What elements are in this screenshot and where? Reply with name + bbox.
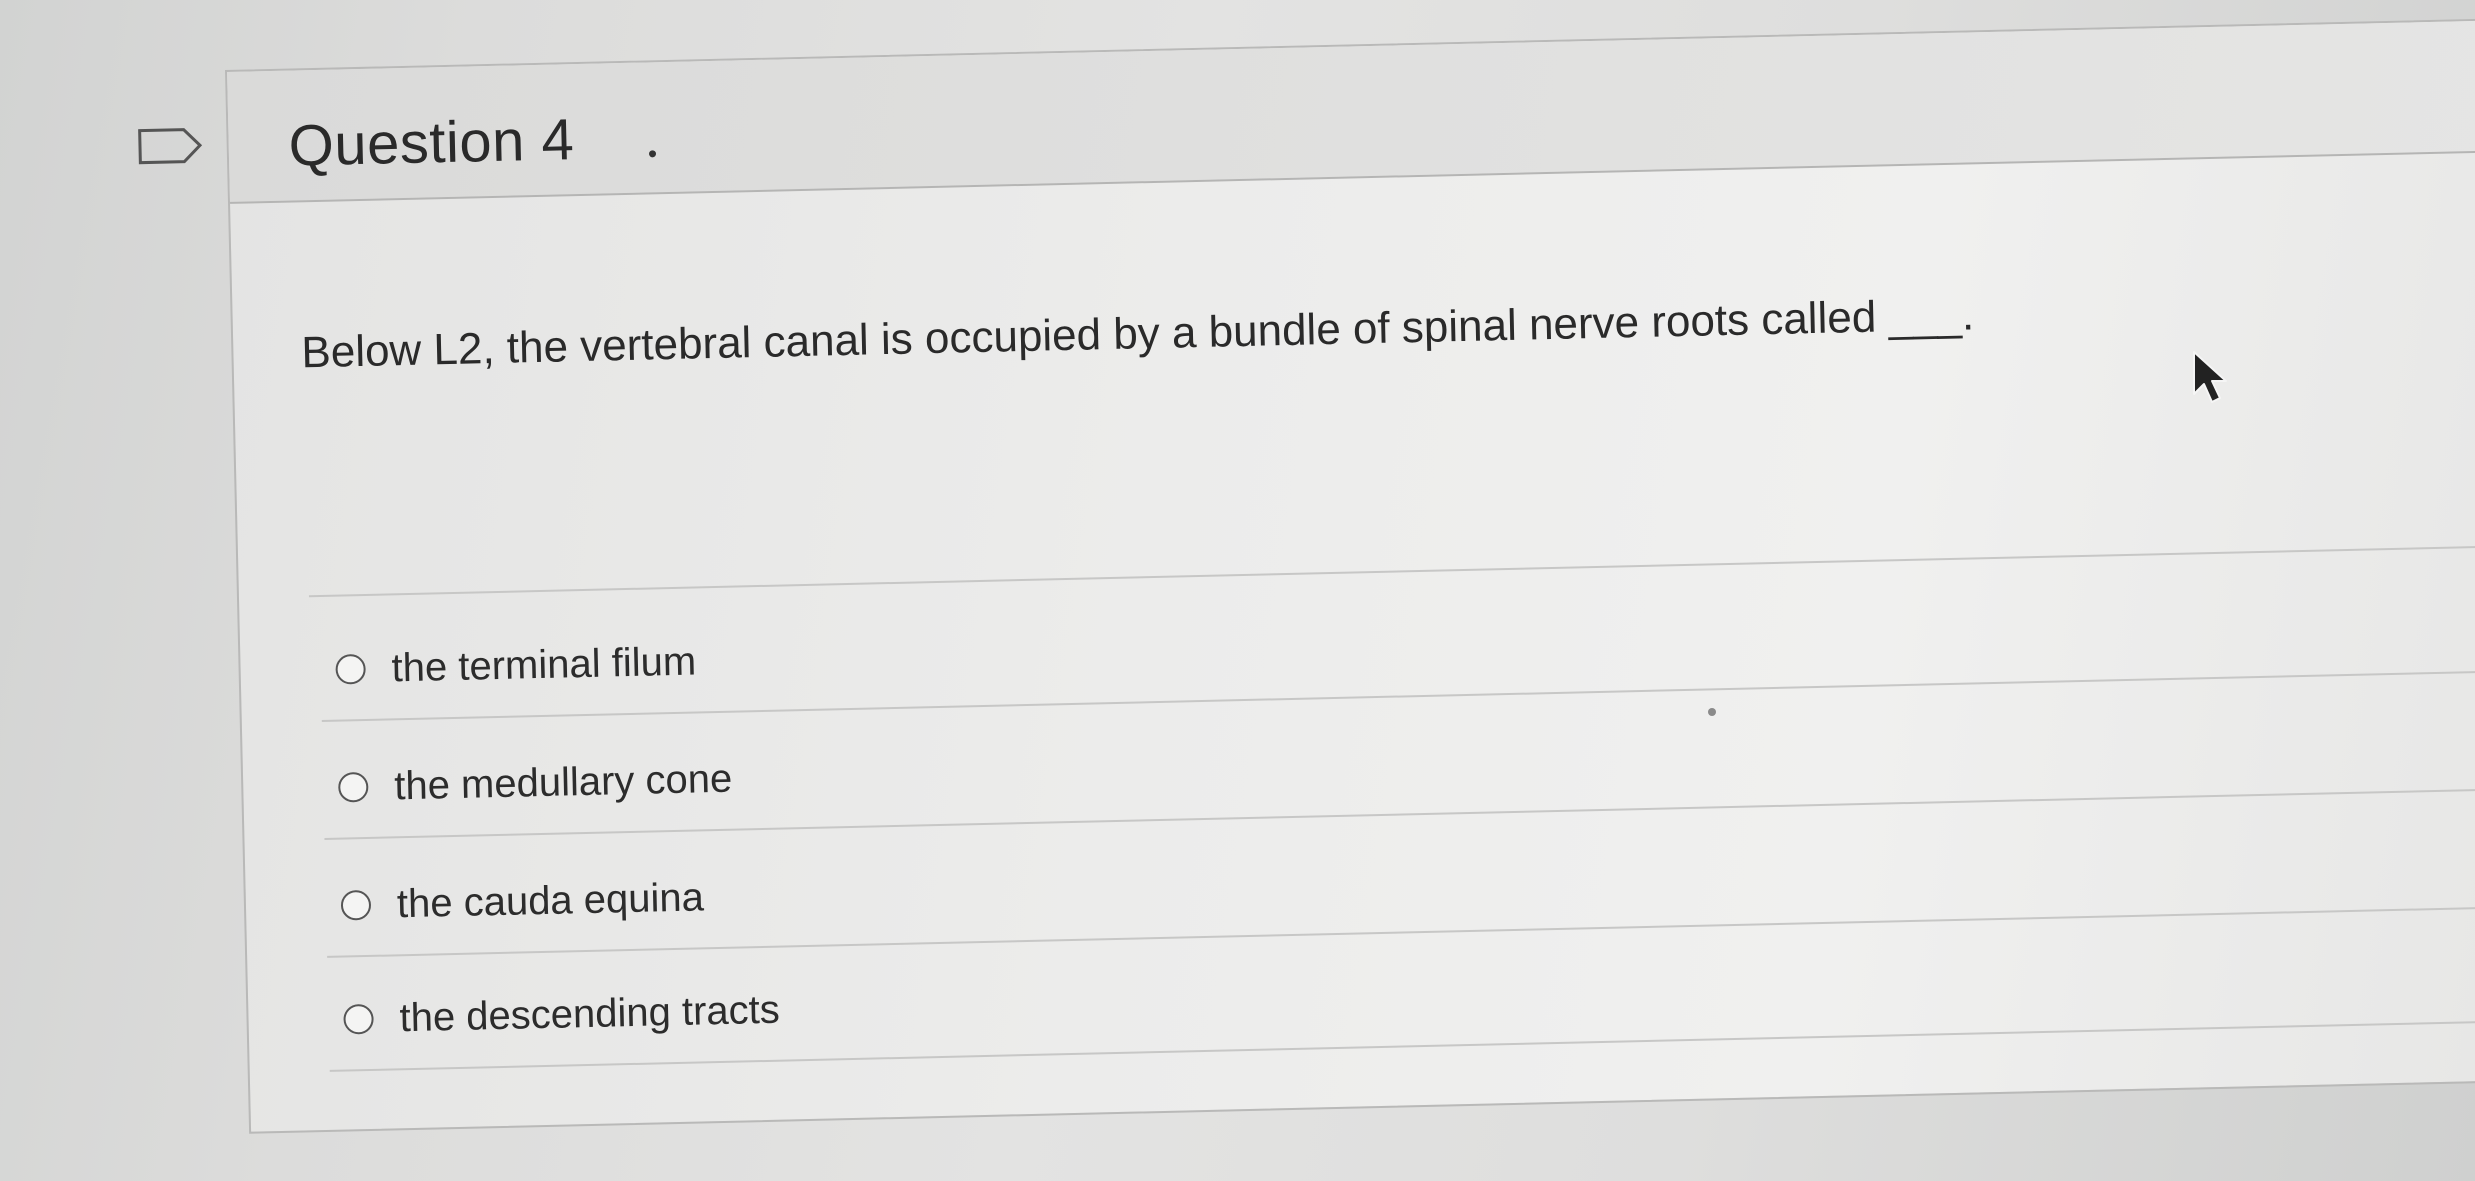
question-text: Below L2, the vertebral canal is occupie… [300, 290, 1975, 378]
radio-button[interactable] [340, 889, 372, 921]
radio-button[interactable] [335, 653, 366, 685]
answer-option-3[interactable]: the cauda equina [340, 867, 704, 935]
answer-label: the descending tracts [399, 987, 781, 1040]
answer-label: the medullary cone [393, 756, 733, 808]
answer-option-1[interactable]: the terminal filum [335, 631, 697, 699]
flag-question-icon[interactable] [138, 127, 203, 165]
answer-label: the terminal filum [391, 638, 697, 690]
mouse-pointer-icon [2193, 351, 2227, 403]
question-header: Question 4 [227, 19, 2475, 204]
answer-label: the cauda equina [396, 874, 705, 926]
header-dot [648, 150, 657, 158]
radio-button[interactable] [343, 1003, 374, 1035]
screen-dust-dot [1708, 708, 1716, 716]
screen-background: Question 4 Below L2, the vertebral canal… [0, 0, 2475, 1181]
radio-button[interactable] [337, 771, 369, 803]
question-title: Question 4 [288, 107, 575, 179]
answer-option-4[interactable]: the descending tracts [343, 980, 780, 1050]
question-card: Question 4 Below L2, the vertebral canal… [225, 17, 2475, 1134]
answer-option-2[interactable]: the medullary cone [337, 749, 733, 818]
answers-top-divider [308, 544, 2475, 598]
